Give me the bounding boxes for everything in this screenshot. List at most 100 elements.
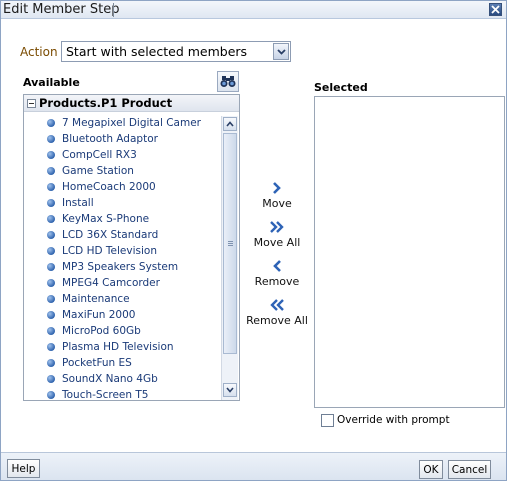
bullet-icon [47, 199, 55, 207]
list-item-label: MP3 Speakers System [62, 261, 179, 273]
remove-all-button[interactable]: Remove All [242, 298, 312, 327]
binoculars-icon [220, 76, 236, 87]
scroll-up-button[interactable] [223, 117, 237, 131]
list-item-label: Install [62, 197, 94, 209]
move-label: Move [262, 197, 292, 210]
list-item[interactable]: MPEG4 Camcorder [47, 276, 220, 292]
list-item[interactable]: Maintenance [47, 292, 220, 308]
bullet-icon [47, 135, 55, 143]
bullet-icon [47, 343, 55, 351]
chevron-down-icon [276, 48, 286, 55]
action-select[interactable]: Start with selected members [61, 41, 291, 62]
double-chevron-right-icon [270, 221, 284, 233]
bullet-icon [47, 391, 55, 399]
list-item-label: Game Station [62, 165, 134, 177]
override-checkbox[interactable] [321, 414, 334, 427]
list-item[interactable]: SoundX Nano 4Gb [47, 372, 220, 388]
list-item-label: CompCell RX3 [62, 149, 137, 161]
list-item-label: 7 Megapixel Digital Camer [62, 117, 201, 129]
action-select-value: Start with selected members [66, 44, 248, 59]
bullet-icon [47, 263, 55, 271]
member-list: 7 Megapixel Digital Camer Bluetooth Adapt… [24, 116, 220, 401]
close-icon [491, 5, 500, 14]
selected-label: Selected [314, 81, 368, 94]
remove-all-label: Remove All [246, 314, 308, 327]
cancel-button[interactable]: Cancel [448, 460, 491, 479]
list-item[interactable]: LCD 36X Standard [47, 228, 220, 244]
bullet-icon [47, 359, 55, 367]
list-item[interactable]: KeyMax S-Phone [47, 212, 220, 228]
close-button[interactable] [489, 3, 502, 16]
chevron-left-icon [273, 260, 281, 272]
list-item-label: SoundX Nano 4Gb [62, 373, 158, 385]
move-all-button[interactable]: Move All [242, 220, 312, 249]
list-item[interactable]: PocketFun ES [47, 356, 220, 372]
scroll-up-icon [226, 121, 234, 127]
bullet-icon [47, 215, 55, 223]
double-chevron-left-icon [270, 299, 284, 311]
list-item[interactable]: LCD HD Television [47, 244, 220, 260]
title-text-cursor [113, 3, 114, 17]
list-item[interactable]: HomeCoach 2000 [47, 180, 220, 196]
action-select-arrow[interactable] [273, 43, 289, 60]
list-item[interactable]: MicroPod 60Gb [47, 324, 220, 340]
list-item-label: Maintenance [62, 293, 130, 305]
edit-member-step-dialog: Edit Member Step Action Start with selec… [0, 0, 507, 481]
list-item-label: MaxiFun 2000 [62, 309, 136, 321]
available-label: Available [23, 76, 80, 89]
list-item-label: Touch-Screen T5 [62, 389, 149, 401]
search-members-button[interactable] [217, 71, 239, 92]
list-item[interactable]: Touch-Screen T5 [47, 388, 220, 401]
bullet-icon [47, 327, 55, 335]
scroll-down-icon [226, 387, 234, 393]
scroll-thumb[interactable] [223, 133, 237, 354]
list-item[interactable]: Install [47, 196, 220, 212]
selected-members-panel[interactable] [314, 96, 505, 408]
list-item-label: MPEG4 Camcorder [62, 277, 160, 289]
bullet-icon [47, 311, 55, 319]
bullet-icon [47, 151, 55, 159]
remove-label: Remove [254, 275, 300, 288]
collapse-toggle-icon[interactable] [27, 99, 36, 108]
dialog-title: Edit Member Step [3, 2, 120, 17]
bullet-icon [47, 167, 55, 175]
scroll-grip [228, 243, 233, 244]
list-item[interactable]: CompCell RX3 [47, 148, 220, 164]
tree-root-label: Products.P1 Product [39, 96, 173, 110]
bullet-icon [47, 119, 55, 127]
dialog-footer: Help OK Cancel [1, 452, 506, 480]
list-item-label: KeyMax S-Phone [62, 213, 150, 225]
bullet-icon [47, 375, 55, 383]
list-item[interactable]: 7 Megapixel Digital Camer [47, 116, 220, 132]
list-item-label: PocketFun ES [62, 357, 132, 369]
list-item[interactable]: Bluetooth Adaptor [47, 132, 220, 148]
scroll-grip [228, 241, 233, 242]
available-members-panel: Products.P1 Product 7 Megapixel Digital … [23, 94, 240, 401]
bullet-icon [47, 295, 55, 303]
list-item[interactable]: MaxiFun 2000 [47, 308, 220, 324]
move-button[interactable]: Move [242, 181, 312, 210]
list-item-label: MicroPod 60Gb [62, 325, 141, 337]
list-item[interactable]: MP3 Speakers System [47, 260, 220, 276]
bullet-icon [47, 279, 55, 287]
bullet-icon [47, 231, 55, 239]
list-item[interactable]: Plasma HD Television [47, 340, 220, 356]
list-item-label: Bluetooth Adaptor [62, 133, 158, 145]
bullet-icon [47, 247, 55, 255]
help-button[interactable]: Help [7, 459, 40, 478]
bullet-icon [47, 183, 55, 191]
tree-root[interactable]: Products.P1 Product [24, 95, 239, 112]
remove-button[interactable]: Remove [242, 259, 312, 288]
title-bar: Edit Member Step [1, 1, 506, 19]
list-item-label: Plasma HD Television [62, 341, 174, 353]
scroll-down-button[interactable] [223, 383, 237, 397]
list-scrollbar[interactable] [221, 116, 238, 400]
list-item[interactable]: Game Station [47, 164, 220, 180]
list-item-label: LCD 36X Standard [62, 229, 159, 241]
override-label: Override with prompt [337, 414, 450, 426]
ok-button[interactable]: OK [419, 460, 443, 479]
move-all-label: Move All [253, 236, 301, 249]
list-item-label: LCD HD Television [62, 245, 157, 257]
list-item-label: HomeCoach 2000 [62, 181, 156, 193]
scroll-grip [228, 245, 233, 246]
